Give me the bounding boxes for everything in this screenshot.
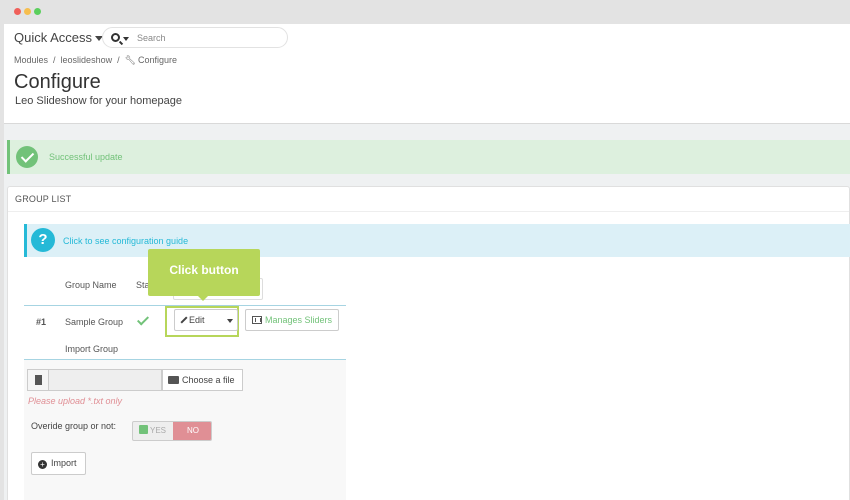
edit-button-group: Edit [174,309,238,331]
check-box-icon [139,425,148,434]
file-icon-addon [27,369,49,391]
question-circle-icon: ? [31,228,55,252]
breadcrumb-separator: / [53,55,56,65]
manage-sliders-button[interactable]: Manages Sliders [245,309,339,331]
plus-circle-icon: + [38,460,47,469]
chevron-down-icon[interactable] [123,37,129,41]
status-enabled-check-icon[interactable] [138,314,147,326]
wrench-icon: 🔧︎ [124,55,137,65]
override-group-label: Overide group or not: [31,421,117,431]
group-list-panel: GROUP LIST ? Click to see configuration … [7,186,850,500]
panel-heading-text: GROUP LIST [15,194,72,204]
search-input[interactable] [137,30,277,46]
pencil-icon [180,316,188,324]
import-group-label: Import Group [65,344,119,354]
breadcrumb-leoslideshow[interactable]: leoslideshow [61,55,113,65]
switch-no-option[interactable]: NO [173,422,211,440]
panel-heading: GROUP LIST [8,187,849,212]
click-button-tooltip: Click button [148,249,260,301]
edit-button-label: Edit [189,315,205,325]
page-title: Configure [14,71,101,93]
breadcrumb: Modules / leoslideshow / 🔧︎ Configure [14,55,177,66]
page-frame: Quick Access Modules/leoslideshow/🔧︎Conf… [4,24,850,500]
choose-file-label: Choose a file [182,375,235,385]
upload-help-text: Please upload *.txt only [28,396,123,406]
import-button-label: Import [51,458,77,468]
close-window-dot[interactable] [14,8,21,15]
tooltip-arrow [198,296,208,301]
caret-down-icon [227,319,233,323]
page-header: Quick Access Modules/leoslideshow/🔧︎Conf… [4,24,850,124]
import-button[interactable]: + Import [31,452,86,475]
row-id: #1 [36,317,47,327]
folder-open-icon [168,376,179,384]
minimize-window-dot[interactable] [24,8,31,15]
column-header-group-name: Group Name [65,280,117,290]
edit-button[interactable]: Edit [175,310,222,330]
file-upload-group: Choose a file [27,369,243,391]
switch-yes-label: YES [150,426,167,435]
breadcrumb-modules[interactable]: Modules [14,55,48,65]
maximize-window-dot[interactable] [34,8,41,15]
breadcrumb-configure: Configure [138,55,178,65]
check-circle-icon [16,146,38,168]
manage-sliders-label: Manages Sliders [265,315,333,325]
search-icon[interactable] [111,33,120,42]
breadcrumb-separator: / [117,55,120,65]
configuration-guide-link[interactable]: Click to see configuration guide [63,236,188,246]
choose-file-button[interactable]: Choose a file [162,369,243,391]
switch-yes-option[interactable]: YES [133,422,173,440]
page-subtitle: Leo Slideshow for your homepage [15,95,182,107]
browser-titlebar [0,0,850,24]
success-alert: Successful update [7,140,850,174]
override-toggle-switch[interactable]: YES NO [132,421,212,441]
tooltip-text: Click button [169,263,239,277]
quick-access-label: Quick Access [14,30,93,45]
film-icon [252,316,262,324]
search-box [102,27,288,48]
row-group-name: Sample Group [65,317,124,327]
edit-dropdown-toggle[interactable] [222,310,238,330]
success-alert-text: Successful update [49,152,123,162]
file-name-input[interactable] [49,369,162,391]
quick-access-menu[interactable]: Quick Access [14,30,104,45]
file-icon [35,375,42,385]
